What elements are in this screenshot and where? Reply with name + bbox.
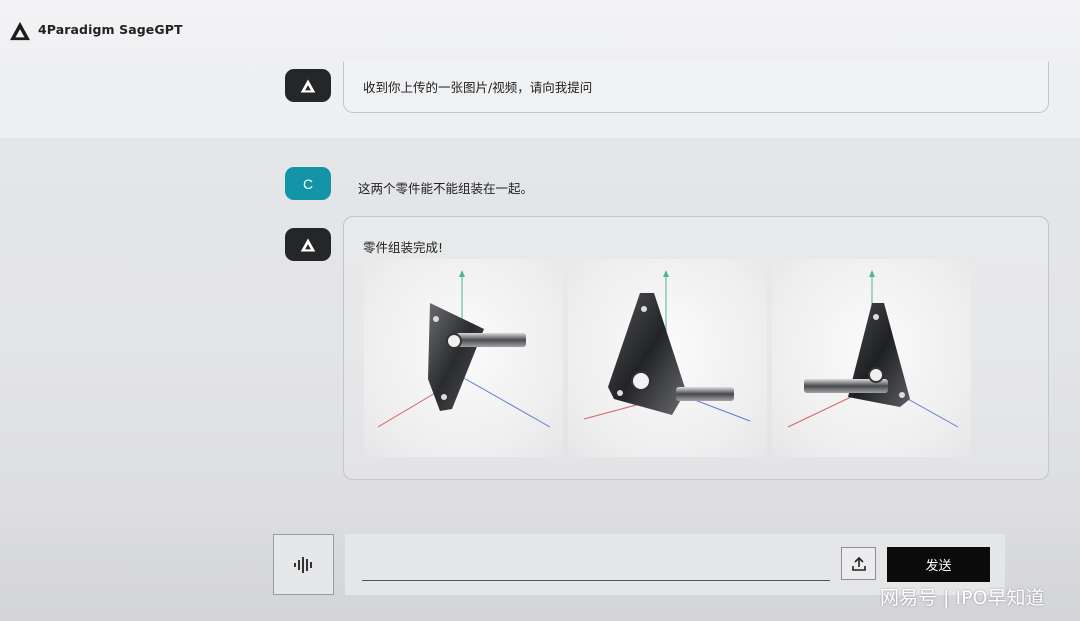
voice-icon xyxy=(293,556,312,573)
upload-button[interactable] xyxy=(841,547,876,580)
ai-avatar xyxy=(285,228,331,261)
user-message: 这两个零件能不能组装在一起。 xyxy=(358,181,534,196)
message-input[interactable] xyxy=(362,556,830,581)
app-title: 4Paradigm SageGPT xyxy=(38,22,183,37)
previous-ai-message: 收到你上传的一张图片/视频，请向我提问 xyxy=(363,80,593,95)
watermark: 网易号 | IPO早知道 xyxy=(880,587,1045,609)
send-button[interactable]: 发送 xyxy=(887,547,990,582)
user-avatar-letter: C xyxy=(302,175,314,192)
logo-icon xyxy=(300,237,316,252)
user-avatar: C xyxy=(285,167,331,200)
upload-icon xyxy=(851,556,866,571)
logo-icon xyxy=(10,21,30,41)
logo-icon xyxy=(300,78,316,93)
ai-avatar xyxy=(285,69,331,102)
assembled-part-image-2[interactable] xyxy=(568,259,767,457)
assembled-part-image-3[interactable] xyxy=(772,259,971,457)
assembled-part-image-1[interactable] xyxy=(364,259,563,457)
voice-input-button[interactable] xyxy=(273,534,334,595)
ai-reply-text: 零件组装完成! xyxy=(363,240,444,255)
